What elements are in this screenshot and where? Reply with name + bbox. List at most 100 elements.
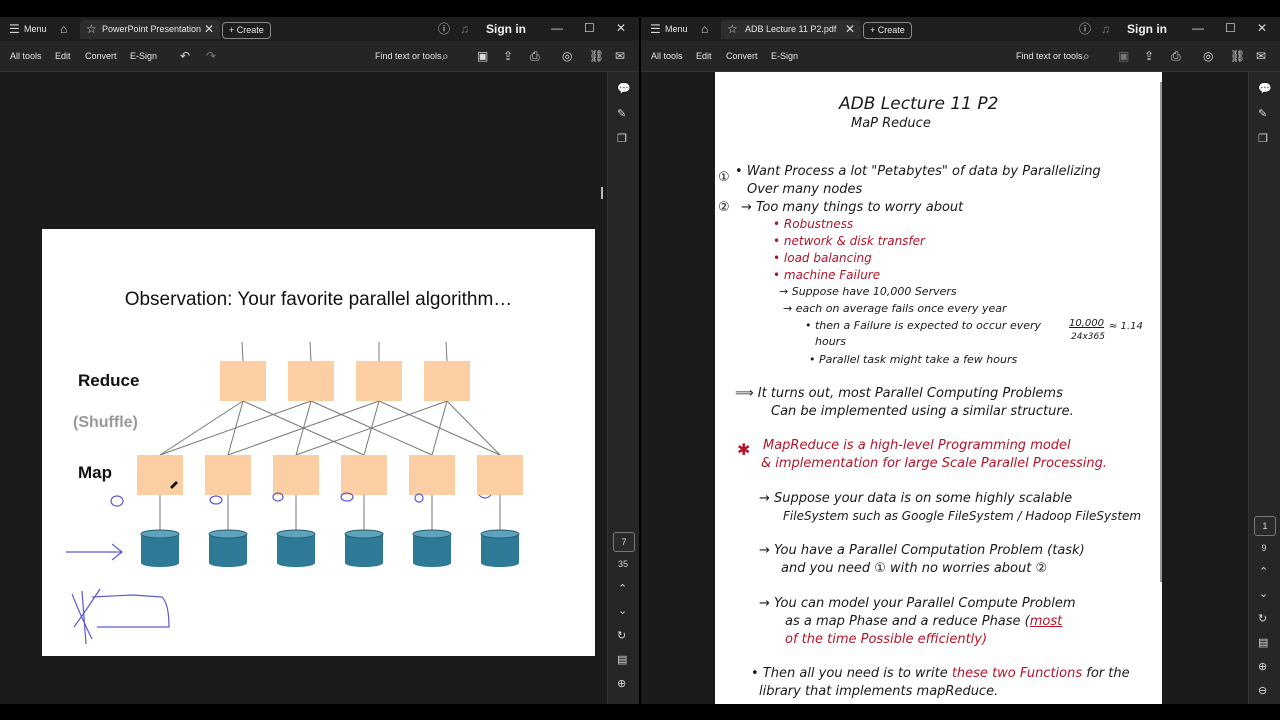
link-icon[interactable]: ⛓ bbox=[589, 49, 604, 63]
document-viewport[interactable]: Observation: Your favorite parallel algo… bbox=[0, 72, 608, 704]
star-marker: ✱ bbox=[737, 440, 751, 459]
zoom-in-icon[interactable]: ⊕ bbox=[617, 677, 626, 691]
close-window-icon[interactable]: ✕ bbox=[616, 21, 626, 35]
fit-page-icon[interactable]: ▤ bbox=[617, 653, 627, 667]
rotate-icon[interactable]: ↻ bbox=[1258, 612, 1267, 626]
page-down-icon[interactable]: ⌄ bbox=[618, 604, 627, 618]
home-icon[interactable]: ⌂ bbox=[60, 22, 67, 36]
edit-pdf-icon[interactable]: ✎ bbox=[1258, 107, 1267, 121]
page-up-icon[interactable]: ⌃ bbox=[1259, 565, 1268, 579]
print-icon[interactable]: ⎙ bbox=[530, 49, 540, 63]
map-box bbox=[273, 455, 319, 495]
home-icon[interactable]: ⌂ bbox=[701, 22, 708, 36]
data-cylinder bbox=[412, 529, 452, 567]
sign-in-button[interactable]: Sign in bbox=[1127, 22, 1167, 36]
maximize-icon[interactable]: ☐ bbox=[584, 21, 595, 35]
note-line: → You have a Parallel Computation Proble… bbox=[759, 543, 1085, 558]
redo-icon[interactable]: ↷ bbox=[206, 49, 216, 63]
edit-button[interactable]: Edit bbox=[55, 51, 71, 61]
scrollbar[interactable] bbox=[1160, 82, 1162, 582]
approx-value: ≈ 1.14 bbox=[1109, 321, 1143, 332]
upload-icon[interactable]: ⇪ bbox=[503, 49, 513, 63]
share-icon[interactable]: ◎ bbox=[1203, 49, 1213, 63]
comment-icon[interactable]: 💬 bbox=[1258, 82, 1272, 96]
convert-button[interactable]: Convert bbox=[726, 51, 758, 61]
marker-1: ① bbox=[718, 170, 730, 185]
notification-bell-icon[interactable]: ♫ bbox=[1101, 22, 1110, 36]
title-bar: ☰ Menu ⌂ ☆ PowerPoint Presentation ✕ + C… bbox=[0, 17, 639, 41]
convert-button[interactable]: Convert bbox=[85, 51, 117, 61]
document-tab[interactable]: ☆ ADB Lecture 11 P2.pdf ✕ bbox=[721, 20, 861, 39]
document-viewport[interactable]: ADB Lecture 11 P2 MaP Reduce ① • Want Pr… bbox=[641, 72, 1249, 704]
page-up-icon[interactable]: ⌃ bbox=[618, 582, 627, 596]
print-icon[interactable]: ⎙ bbox=[1171, 49, 1181, 63]
create-button[interactable]: + Create bbox=[863, 22, 912, 39]
fraction-numerator: 10,000 bbox=[1069, 318, 1104, 329]
create-label: Create bbox=[236, 25, 264, 35]
slide-page: Observation: Your favorite parallel algo… bbox=[42, 229, 595, 656]
esign-button[interactable]: E-Sign bbox=[771, 51, 798, 61]
save-icon[interactable]: ▣ bbox=[1118, 49, 1129, 63]
esign-button[interactable]: E-Sign bbox=[130, 51, 157, 61]
minimize-icon[interactable]: — bbox=[551, 21, 563, 35]
hamburger-menu-icon[interactable]: ☰ bbox=[650, 22, 661, 36]
all-tools-button[interactable]: All tools bbox=[651, 51, 683, 61]
note-fragment: • Then all you need is to write bbox=[751, 666, 952, 681]
reduce-box bbox=[424, 361, 470, 401]
note-line: of the time Possible efficiently) bbox=[785, 632, 988, 647]
close-window-icon[interactable]: ✕ bbox=[1257, 21, 1267, 35]
note-line: Over many nodes bbox=[747, 182, 863, 197]
email-icon[interactable]: ✉ bbox=[1256, 49, 1266, 63]
right-acrobat-window: ☰ Menu ⌂ ☆ ADB Lecture 11 P2.pdf ✕ + Cre… bbox=[641, 17, 1280, 704]
zoom-in-icon[interactable]: ⊕ bbox=[1258, 660, 1267, 674]
help-icon[interactable]: ⓘ bbox=[438, 22, 450, 36]
rotate-icon[interactable]: ↻ bbox=[617, 629, 626, 643]
note-line: MapReduce is a high-level Programming mo… bbox=[763, 438, 1071, 453]
link-icon[interactable]: ⛓ bbox=[1230, 49, 1245, 63]
menu-button[interactable]: Menu bbox=[24, 24, 47, 34]
email-icon[interactable]: ✉ bbox=[615, 49, 625, 63]
find-tools-input[interactable]: Find text or tools bbox=[375, 51, 442, 61]
star-icon[interactable]: ☆ bbox=[727, 22, 738, 36]
note-fragment-highlight: these two Functions bbox=[951, 666, 1083, 681]
note-line: Can be implemented using a similar struc… bbox=[771, 404, 1074, 419]
document-tab[interactable]: ☆ PowerPoint Presentation ✕ bbox=[80, 20, 220, 39]
note-line: • Want Process a lot "Petabytes" of data… bbox=[735, 164, 1101, 179]
edit-button[interactable]: Edit bbox=[696, 51, 712, 61]
create-button[interactable]: + Create bbox=[222, 22, 271, 39]
zoom-out-icon[interactable]: ⊖ bbox=[617, 701, 626, 704]
undo-icon[interactable]: ↶ bbox=[180, 49, 190, 63]
minimize-icon[interactable]: — bbox=[1192, 21, 1204, 35]
all-tools-button[interactable]: All tools bbox=[10, 51, 42, 61]
sign-in-button[interactable]: Sign in bbox=[486, 22, 526, 36]
scrollbar[interactable] bbox=[601, 187, 603, 199]
save-icon[interactable]: ▣ bbox=[477, 49, 488, 63]
close-tab-icon[interactable]: ✕ bbox=[845, 22, 855, 36]
fit-page-icon[interactable]: ▤ bbox=[1258, 636, 1268, 650]
notification-bell-icon[interactable]: ♫ bbox=[460, 22, 469, 36]
star-icon[interactable]: ☆ bbox=[86, 22, 97, 36]
notes-subtitle: MaP Reduce bbox=[851, 116, 931, 131]
menu-button[interactable]: Menu bbox=[665, 24, 688, 34]
note-fragment-highlight: most bbox=[1029, 614, 1063, 629]
comment-icon[interactable]: 💬 bbox=[617, 82, 631, 96]
hamburger-menu-icon[interactable]: ☰ bbox=[9, 22, 20, 36]
maximize-icon[interactable]: ☐ bbox=[1225, 21, 1236, 35]
search-icon[interactable]: ⌕ bbox=[442, 49, 449, 63]
share-icon[interactable]: ◎ bbox=[562, 49, 572, 63]
organize-pages-icon[interactable]: ❐ bbox=[1258, 132, 1268, 146]
page-down-icon[interactable]: ⌄ bbox=[1259, 587, 1268, 601]
ink-annotations bbox=[66, 492, 492, 645]
upload-icon[interactable]: ⇪ bbox=[1144, 49, 1154, 63]
find-tools-input[interactable]: Find text or tools bbox=[1016, 51, 1083, 61]
organize-pages-icon[interactable]: ❐ bbox=[617, 132, 627, 146]
current-page-box[interactable]: 7 bbox=[613, 532, 635, 552]
current-page-box[interactable]: 1 bbox=[1254, 516, 1276, 536]
help-icon[interactable]: ⓘ bbox=[1079, 22, 1091, 36]
search-icon[interactable]: ⌕ bbox=[1083, 49, 1090, 63]
zoom-out-icon[interactable]: ⊖ bbox=[1258, 684, 1267, 698]
edit-pdf-icon[interactable]: ✎ bbox=[617, 107, 626, 121]
close-tab-icon[interactable]: ✕ bbox=[204, 22, 214, 36]
map-box bbox=[205, 455, 251, 495]
note-line: and you need ① with no worries about ② bbox=[781, 561, 1048, 576]
